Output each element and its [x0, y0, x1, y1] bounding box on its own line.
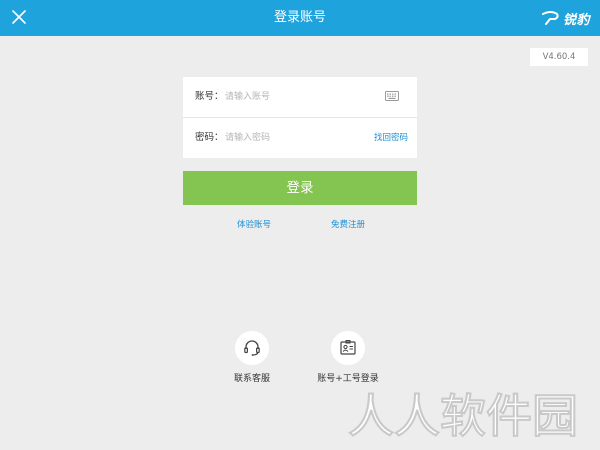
version-badge: V4.60.4 [530, 48, 588, 66]
top-bar: 登录账号 锐豹 [0, 0, 600, 36]
contact-support-label: 联系客服 [233, 374, 270, 384]
brand-logo: 锐豹 [541, 7, 590, 29]
page-title: 登录账号 [273, 10, 326, 25]
brand-icon [541, 11, 559, 25]
password-label: 密码： [195, 132, 224, 143]
staff-login-label: 账号+工号登录 [317, 374, 379, 384]
staff-login-icon-circle [331, 331, 365, 365]
password-row: 密码： 找回密码 [183, 118, 417, 158]
keyboard-icon[interactable] [385, 91, 399, 101]
login-form: 账号： 密码： 找回密码 [183, 77, 417, 158]
trial-account-link[interactable]: 体验账号 [237, 218, 271, 230]
forgot-password-link[interactable]: 找回密码 [374, 118, 408, 158]
contact-support-button[interactable]: 联系客服 [212, 331, 292, 391]
watermark-logo: 人人软件园 [348, 389, 578, 444]
watermark-text: 人人软件园 [348, 389, 578, 443]
login-button[interactable]: 登录 [183, 171, 417, 205]
headset-icon [244, 340, 260, 356]
staff-login-button[interactable]: 账号+工号登录 [308, 331, 388, 391]
brand-name: 锐豹 [562, 12, 590, 28]
free-register-link[interactable]: 免费注册 [331, 218, 365, 230]
account-row: 账号： [183, 77, 417, 118]
id-card-icon [340, 340, 356, 355]
password-input[interactable] [225, 129, 375, 147]
close-button[interactable] [8, 6, 30, 28]
close-icon [12, 10, 26, 24]
account-input[interactable] [225, 88, 375, 106]
contact-support-icon-circle [235, 331, 269, 365]
login-screen: 登录账号 锐豹 V4.60.4 账号： 请输入账号 密码： 找回密码 登录 体验… [0, 0, 600, 450]
account-label: 账号： [195, 91, 224, 102]
